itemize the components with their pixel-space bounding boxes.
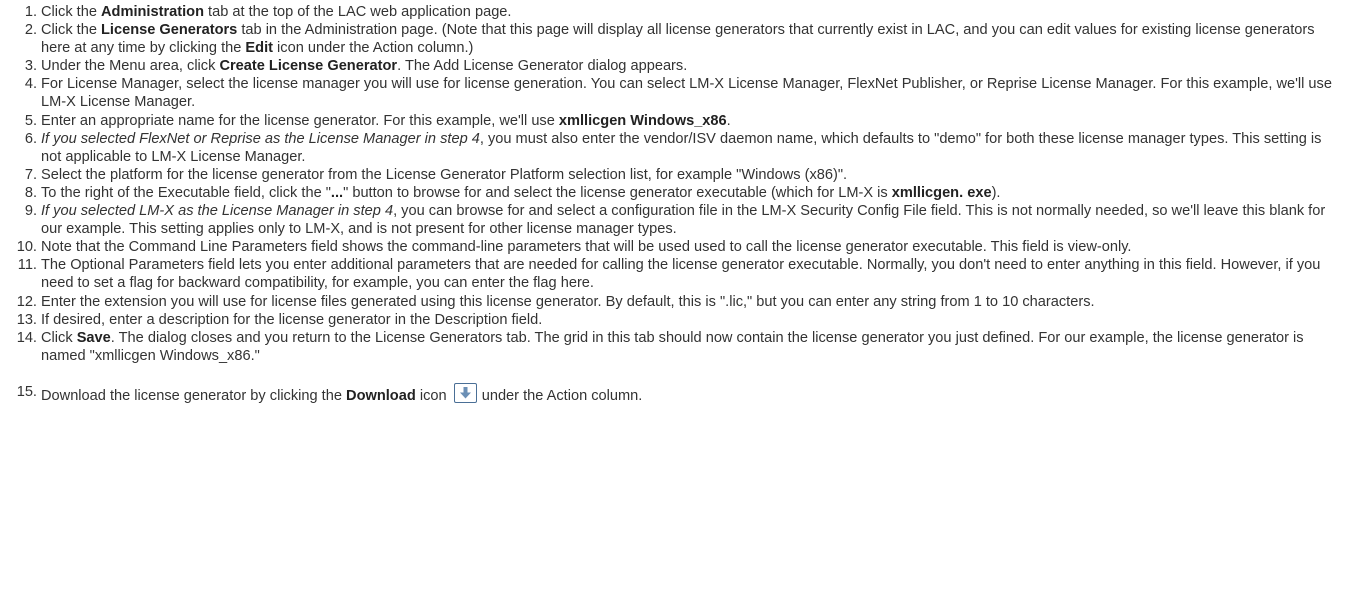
step-number: 7. [24, 166, 37, 183]
step-number: 6. [24, 130, 37, 147]
step-5: 5. Enter an appropriate name for the lic… [0, 112, 1348, 130]
step-number: 4. [24, 76, 37, 93]
step-number: 10. [16, 239, 37, 256]
create-license-generator-ref: Create License Generator [219, 58, 398, 75]
step-10: 10. Note that the Command Line Parameter… [0, 238, 1348, 256]
step-8: 8. To the right of the Executable field,… [0, 184, 1348, 202]
browse-button-ref: ... [330, 184, 344, 201]
step-1: 1. Click the Administration tab at the t… [0, 3, 1348, 21]
step-number: 1. [24, 4, 37, 20]
step-number: 12. [16, 293, 37, 310]
step-13: 13. If desired, enter a description for … [0, 311, 1348, 329]
step-14: 14. Click Save. The dialog closes and yo… [0, 329, 1348, 365]
step-6: 6. If you selected FlexNet or Reprise as… [0, 130, 1348, 166]
generator-name-ref: xmllicgen Windows_x86 [558, 112, 727, 129]
edit-icon-ref: Edit [245, 40, 273, 57]
step-number: 5. [24, 112, 37, 129]
download-arrow-icon [453, 382, 477, 403]
step-number: 14. [16, 329, 37, 346]
step-number: 8. [24, 184, 37, 201]
step-3: 3. Under the Menu area, click Create Lic… [0, 57, 1348, 75]
step-number: 9. [24, 203, 37, 220]
administration-tab-ref: Administration [101, 4, 204, 20]
step-11: 11. The Optional Parameters field lets y… [0, 256, 1348, 292]
step-7: 7. Select the platform for the license g… [0, 166, 1348, 184]
step-12: 12. Enter the extension you will use for… [0, 293, 1348, 311]
step-2: 2. Click the License Generators tab in t… [0, 21, 1348, 57]
step-number: 11. [17, 257, 37, 274]
save-button-ref: Save [76, 329, 111, 346]
instructions-document: 1. Click the Administration tab at the t… [0, 0, 1348, 405]
steps-list: 1. Click the Administration tab at the t… [0, 3, 1348, 405]
step-4: 4. For License Manager, select the licen… [0, 75, 1348, 111]
step-number: 2. [24, 22, 37, 39]
step-15: 15. Download the license generator by cl… [0, 382, 1348, 405]
step-number: 3. [24, 58, 37, 75]
license-generators-tab-ref: License Generators [101, 22, 238, 39]
step-number: 13. [16, 311, 37, 328]
executable-name-ref: xmllicgen. exe [891, 184, 992, 201]
step-number: 15. [16, 383, 37, 400]
download-ref: Download [346, 387, 416, 404]
step-9: 9. If you selected LM-X as the License M… [0, 202, 1348, 238]
